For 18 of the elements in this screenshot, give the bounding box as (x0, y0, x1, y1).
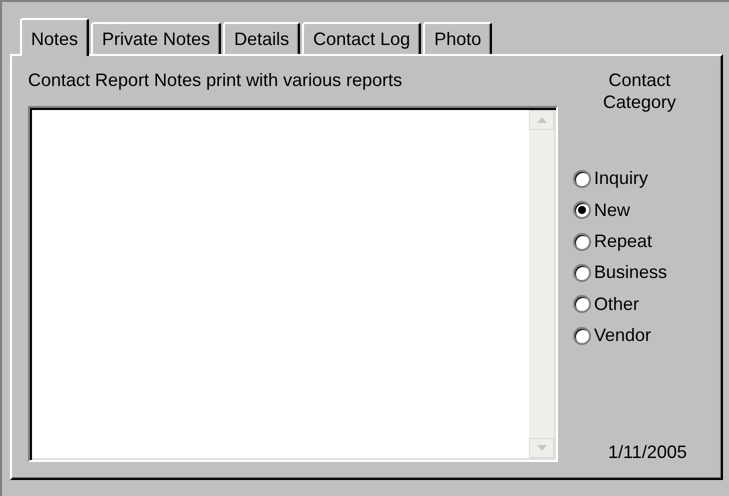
category-radio[interactable]: New (573, 198, 668, 222)
category-radio[interactable]: Vendor (573, 324, 668, 348)
category-radio[interactable]: Inquiry (573, 167, 668, 191)
notes-field[interactable] (28, 106, 558, 462)
date-label: 1/11/2005 (608, 442, 687, 464)
scroll-up-icon[interactable] (529, 110, 554, 130)
tab[interactable]: Contact Log (302, 22, 422, 54)
tab[interactable]: Notes (20, 18, 90, 56)
scrollbar[interactable] (529, 110, 554, 458)
category-radio[interactable]: Business (573, 261, 668, 285)
notes-label: Contact Report Notes print with various reports (28, 70, 404, 92)
tab[interactable]: Photo (423, 22, 492, 54)
category-radio[interactable]: Repeat (573, 230, 668, 254)
scroll-down-icon[interactable] (529, 438, 554, 458)
category-title: Contact Category (602, 70, 678, 114)
category-radio[interactable]: Other (573, 292, 668, 316)
tab[interactable]: Private Notes (91, 22, 222, 54)
tab[interactable]: Details (223, 22, 300, 54)
